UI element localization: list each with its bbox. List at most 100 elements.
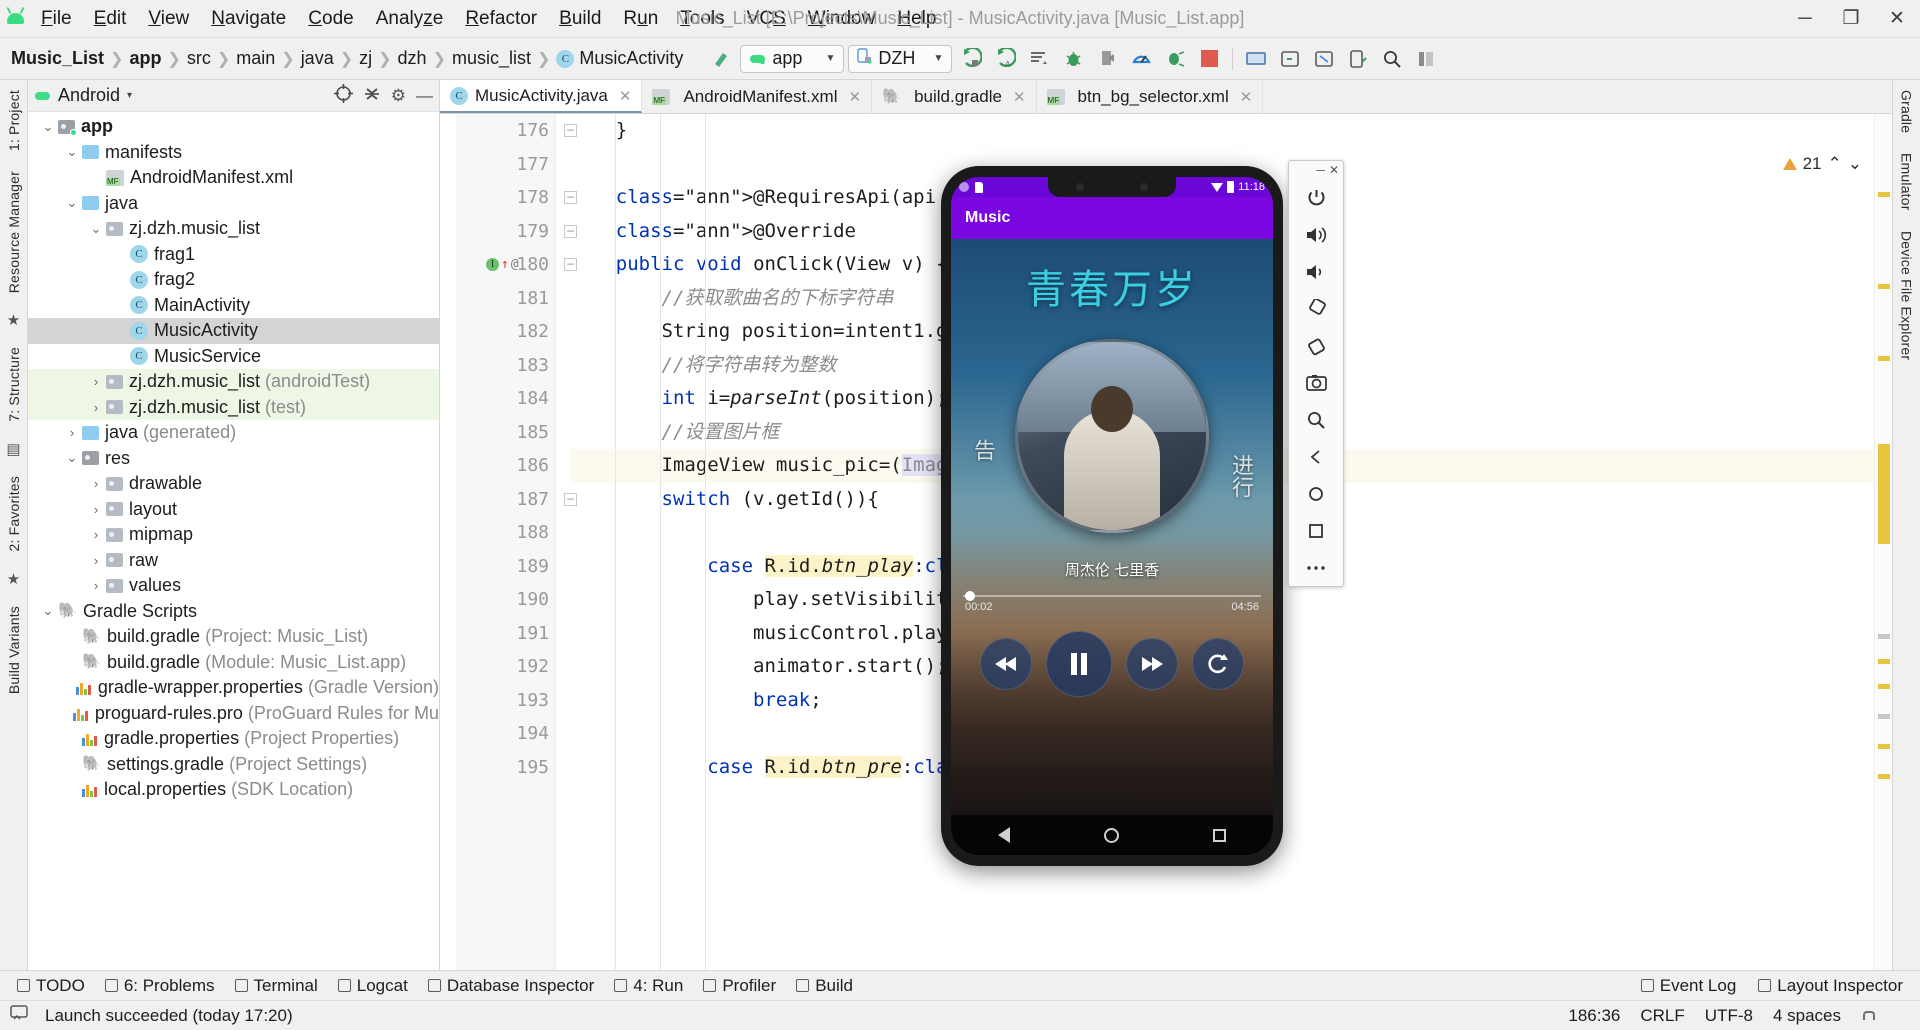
attach-debugger-button[interactable] [1092,45,1122,73]
forward-button[interactable] [1126,638,1178,690]
gutter-line-176[interactable]: 176 ─ [456,114,577,148]
menu-file[interactable]: File [30,4,83,34]
gutter-line-193[interactable]: 193 [456,684,555,718]
gutter-line-179[interactable]: 179 ─ [456,215,577,249]
close-icon[interactable]: ✕ [848,88,861,106]
project-tree[interactable]: ⌄ app ⌄ manifests AndroidManifest.xml ⌄ java ⌄ z… [28,112,439,970]
next-warning-icon[interactable]: ⌄ [1848,154,1862,174]
breadcrumb-item-4[interactable]: java [296,46,339,71]
close-icon[interactable]: ✕ [619,87,632,105]
avd-manager-icon[interactable] [1241,45,1271,73]
collapse-all-icon[interactable] [363,84,381,107]
gutter-line-182[interactable]: 182 [456,315,555,349]
nav-home-icon[interactable] [1104,827,1119,843]
seek-thumb[interactable] [965,591,975,601]
minimize-button[interactable]: ─ [1782,0,1828,38]
gutter-line-187[interactable]: 187 ─ [456,483,577,517]
chevron-right-icon[interactable]: › [86,578,106,593]
home-button[interactable] [1294,475,1338,512]
close-icon[interactable]: ✕ [1240,88,1253,106]
tree-node-res[interactable]: ⌄ res [28,446,439,472]
gutter-line-183[interactable]: 183 [456,349,555,383]
nav-back-icon[interactable] [998,827,1010,843]
inspection-markers-strip[interactable] [1874,114,1892,970]
tree-node-manifests[interactable]: ⌄ manifests [28,140,439,166]
profiler-button[interactable] [1126,45,1156,73]
tree-node-settings-gradle[interactable]: 🐘 settings.gradle (Project Settings) [28,752,439,778]
editor-tab-androidmanifest-xml[interactable]: AndroidManifest.xml ✕ [642,80,873,113]
breadcrumb-item-2[interactable]: src [182,46,216,71]
warning-marker[interactable] [1878,284,1890,289]
scroll-from-source-icon[interactable] [333,83,353,108]
build-hammer-icon[interactable] [706,45,736,73]
tool-window-emulator[interactable]: Emulator [1894,143,1920,221]
gutter-line-194[interactable]: 194 [456,717,555,751]
tree-node-proguard-rules-pro[interactable]: proguard-rules.pro (ProGuard Rules for M… [28,701,439,727]
gutter-line-192[interactable]: 192 [456,650,555,684]
tree-node-musicservice[interactable]: C MusicService [28,344,439,370]
gutter-line-189[interactable]: 189 [456,550,555,584]
power-button[interactable] [1294,179,1338,216]
chevron-right-icon[interactable]: › [62,425,82,440]
rotate-right-button[interactable] [1294,327,1338,364]
tree-node-gradle-scripts[interactable]: ⌄ 🐘 Gradle Scripts [28,599,439,625]
breadcrumb-item-class[interactable]: C MusicActivity [551,46,688,71]
apply-changes-button[interactable]: A [990,45,1020,73]
tool-window-button-logcat[interactable]: Logcat [329,973,417,999]
chevron-right-icon[interactable]: › [86,527,106,542]
favorites-star-icon[interactable]: ★ [7,562,20,596]
rotate-left-button[interactable] [1294,290,1338,327]
breadcrumb-item-5[interactable]: zj [354,46,377,71]
tool-window-button-todo[interactable]: TODO [8,973,94,999]
menu-edit[interactable]: Edit [83,4,138,34]
volume-up-button[interactable] [1294,216,1338,253]
tool-window-gradle[interactable]: Gradle [1894,80,1920,143]
menu-vcs[interactable]: VCS [736,4,797,34]
tool-window-resource-manager[interactable]: Resource Manager [1,161,27,303]
tree-node-raw[interactable]: › raw [28,548,439,574]
gutter-line-191[interactable]: 191 [456,617,555,651]
build-variants-icon[interactable]: ▤ [6,432,20,466]
seek-bar[interactable]: 00:02 04:56 [963,591,1261,613]
tree-node-gradle-wrapper-properties[interactable]: gradle-wrapper.properties (Gradle Versio… [28,675,439,701]
menu-help[interactable]: Help [886,4,947,34]
chevron-right-icon[interactable]: › [86,502,106,517]
breadcrumb-item-1[interactable]: app [124,46,166,71]
gutter-line-177[interactable]: 177 [456,148,555,182]
close-button[interactable]: ✕ [1874,0,1920,38]
gutter-line-180[interactable]: I ↑ @180 ─ [456,248,577,282]
menu-run[interactable]: Run [612,4,669,34]
project-view-label[interactable]: Android [58,85,120,106]
editor-tab-build-gradle[interactable]: 🐘 build.gradle ✕ [872,80,1037,113]
tree-node-mainactivity[interactable]: C MainActivity [28,293,439,319]
tool-window-button-terminal[interactable]: Terminal [226,973,327,999]
warning-marker[interactable] [1878,684,1890,689]
menu-view[interactable]: View [137,4,200,34]
tool-window-button-layout-inspector[interactable]: Layout Inspector [1749,973,1912,999]
gutter-line-186[interactable]: 186 [456,449,555,483]
tool-window-button-build[interactable]: Build [787,973,862,999]
chevron-right-icon[interactable]: › [86,553,106,568]
zoom-button[interactable] [1294,401,1338,438]
device-manager-icon[interactable] [1343,45,1373,73]
restore-button[interactable]: ❐ [1828,0,1874,38]
breadcrumb-item-0[interactable]: Music_List [6,46,109,71]
chevron-right-icon[interactable]: › [86,476,106,491]
editor-tab-bar[interactable]: C MusicActivity.java ✕ AndroidManifest.xml ✕… [440,80,1892,114]
sdk-manager-icon[interactable] [1275,45,1305,73]
gutter-line-184[interactable]: 184 [456,382,555,416]
warning-marker[interactable] [1878,744,1890,749]
chevron-down-icon[interactable]: ⌄ [38,119,58,135]
chevron-right-icon[interactable]: › [86,400,106,415]
line-number-gutter[interactable]: 176 ─ 177 178 ─ 179 ─ I ↑ @180 ─ 181 182 183 184 185 186… [456,114,577,970]
caret-position[interactable]: 186:36 [1559,1006,1629,1026]
gutter-line-181[interactable]: 181 [456,282,555,316]
run-with-coverage-button[interactable] [1160,45,1190,73]
layout-editor-icon[interactable] [1309,45,1339,73]
emulator-screen[interactable]: 11:18 Music 青春万岁 告 进行 周杰伦 七里香 00:02 04:5… [951,177,1273,855]
prev-warning-icon[interactable]: ⌃ [1828,154,1842,174]
warning-marker[interactable] [1878,774,1890,779]
volume-down-button[interactable] [1294,253,1338,290]
menu-analyze[interactable]: Analyze [365,4,455,34]
tool-window-structure[interactable]: 7: Structure [1,337,27,432]
